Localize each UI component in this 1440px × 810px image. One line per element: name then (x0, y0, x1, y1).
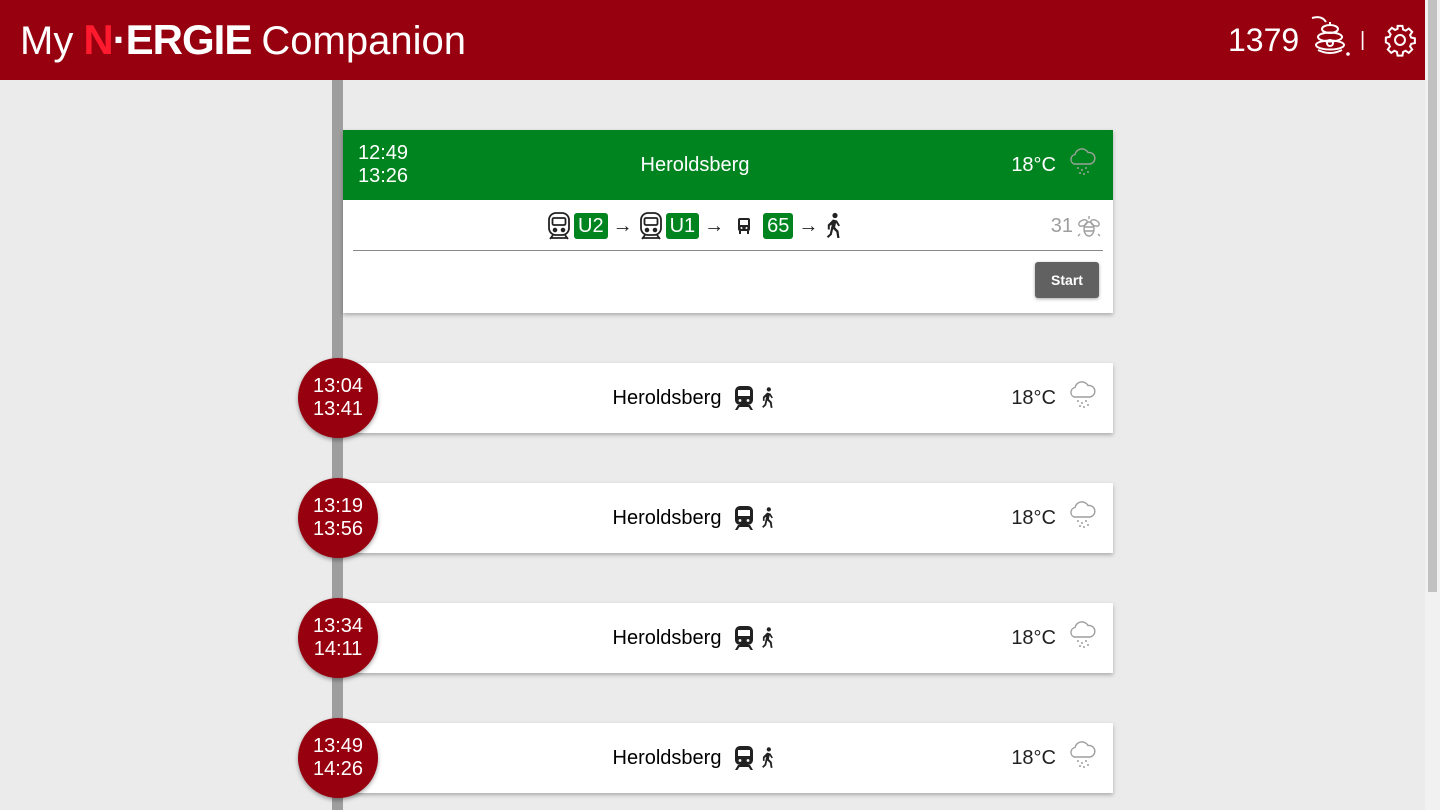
app-header: My N·ERGIE Companion 1379 | (0, 0, 1425, 80)
trip-card[interactable]: Heroldsberg 18°C (343, 723, 1113, 793)
trip-time-badge: 13:49 14:26 (298, 718, 378, 798)
temperature-label: 18°C (1011, 627, 1056, 649)
train-icon (735, 506, 754, 530)
selected-trip-header[interactable]: 12:49 13:26 Heroldsberg 18°C (343, 130, 1113, 200)
route-legs: U2 → U1 → 65 → 31 (343, 210, 1113, 242)
subway-icon (548, 212, 570, 240)
destination-label: Heroldsberg (612, 386, 722, 409)
line-badge-u1: U1 (665, 213, 700, 239)
temperature-label: 18°C (1011, 154, 1056, 176)
start-button[interactable]: Start (1035, 262, 1099, 298)
temperature-label: 18°C (1011, 747, 1056, 769)
trip-time-badge: 13:19 13:56 (298, 478, 378, 558)
bee-points: 31 (1050, 215, 1073, 237)
destination-label: Heroldsberg (612, 746, 722, 769)
cloud-snow-icon (1070, 621, 1096, 648)
header-separator: | (1360, 29, 1366, 51)
temperature-label: 18°C (1011, 387, 1056, 409)
bus-icon (738, 218, 751, 234)
leg-arrow: → (612, 214, 633, 237)
line-badge-u2: U2 (574, 213, 608, 239)
settings-gear-icon[interactable] (1383, 23, 1417, 57)
walk-icon (762, 507, 774, 528)
departure-time: 13:19 (312, 495, 364, 517)
cloud-snow-icon (1070, 148, 1096, 175)
trip-card[interactable]: Heroldsberg 18°C (343, 483, 1113, 553)
train-icon (735, 386, 754, 410)
brand-dot: · (112, 16, 127, 63)
selected-trip-card[interactable]: 12:49 13:26 Heroldsberg 18°C U2 → U1 → 6… (343, 130, 1113, 313)
cloud-snow-icon (1070, 501, 1096, 528)
timeline-line (332, 80, 343, 810)
app-title: My N·ERGIE Companion (20, 16, 466, 65)
subway-icon (639, 212, 662, 240)
cloud-snow-icon (1070, 381, 1096, 408)
title-prefix: My (20, 19, 74, 63)
walk-icon (762, 747, 774, 768)
scrollbar-thumb[interactable] (1428, 0, 1437, 592)
points-counter: 1379 (1228, 22, 1300, 58)
trip-time-badge: 13:04 13:41 (298, 358, 378, 438)
arrival-time: 14:26 (312, 758, 364, 780)
trip-summary: Heroldsberg (343, 603, 1047, 673)
destination-label: Heroldsberg (612, 626, 722, 649)
walk-icon (827, 212, 841, 238)
arrival-time: 14:11 (313, 638, 363, 660)
brand-n: N (83, 16, 113, 63)
train-icon (735, 746, 754, 770)
trip-summary: Heroldsberg (343, 483, 1047, 553)
walk-icon (762, 627, 774, 648)
departure-time: 13:49 (312, 735, 364, 757)
departure-time: 13:04 (312, 375, 364, 397)
brand-rest: ERGIE (125, 16, 253, 63)
title-suffix: Companion (261, 19, 466, 63)
trip-summary: Heroldsberg (343, 363, 1047, 433)
train-icon (735, 626, 754, 650)
departure-time: 13:34 (312, 615, 364, 637)
trip-summary: Heroldsberg (343, 723, 1047, 793)
trip-card[interactable]: Heroldsberg 18°C (343, 603, 1113, 673)
temperature-label: 18°C (1011, 507, 1056, 529)
line-badge-65: 65 (763, 213, 794, 239)
cloud-snow-icon (1070, 741, 1096, 768)
destination-label: Heroldsberg (640, 154, 750, 176)
leg-arrow: → (798, 214, 819, 237)
arrival-time: 13:41 (312, 398, 364, 420)
walk-icon (762, 387, 774, 408)
trip-card[interactable]: Heroldsberg 18°C (343, 363, 1113, 433)
brand-logo: N·ERGIE (83, 16, 253, 64)
leg-arrow: → (704, 214, 725, 237)
arrival-time: 13:56 (312, 518, 364, 540)
beehive-icon[interactable] (1308, 14, 1352, 58)
destination-label: Heroldsberg (612, 506, 722, 529)
trip-time-badge: 13:34 14:11 (298, 598, 378, 678)
bee-icon (1077, 216, 1101, 237)
card-divider (353, 250, 1103, 251)
